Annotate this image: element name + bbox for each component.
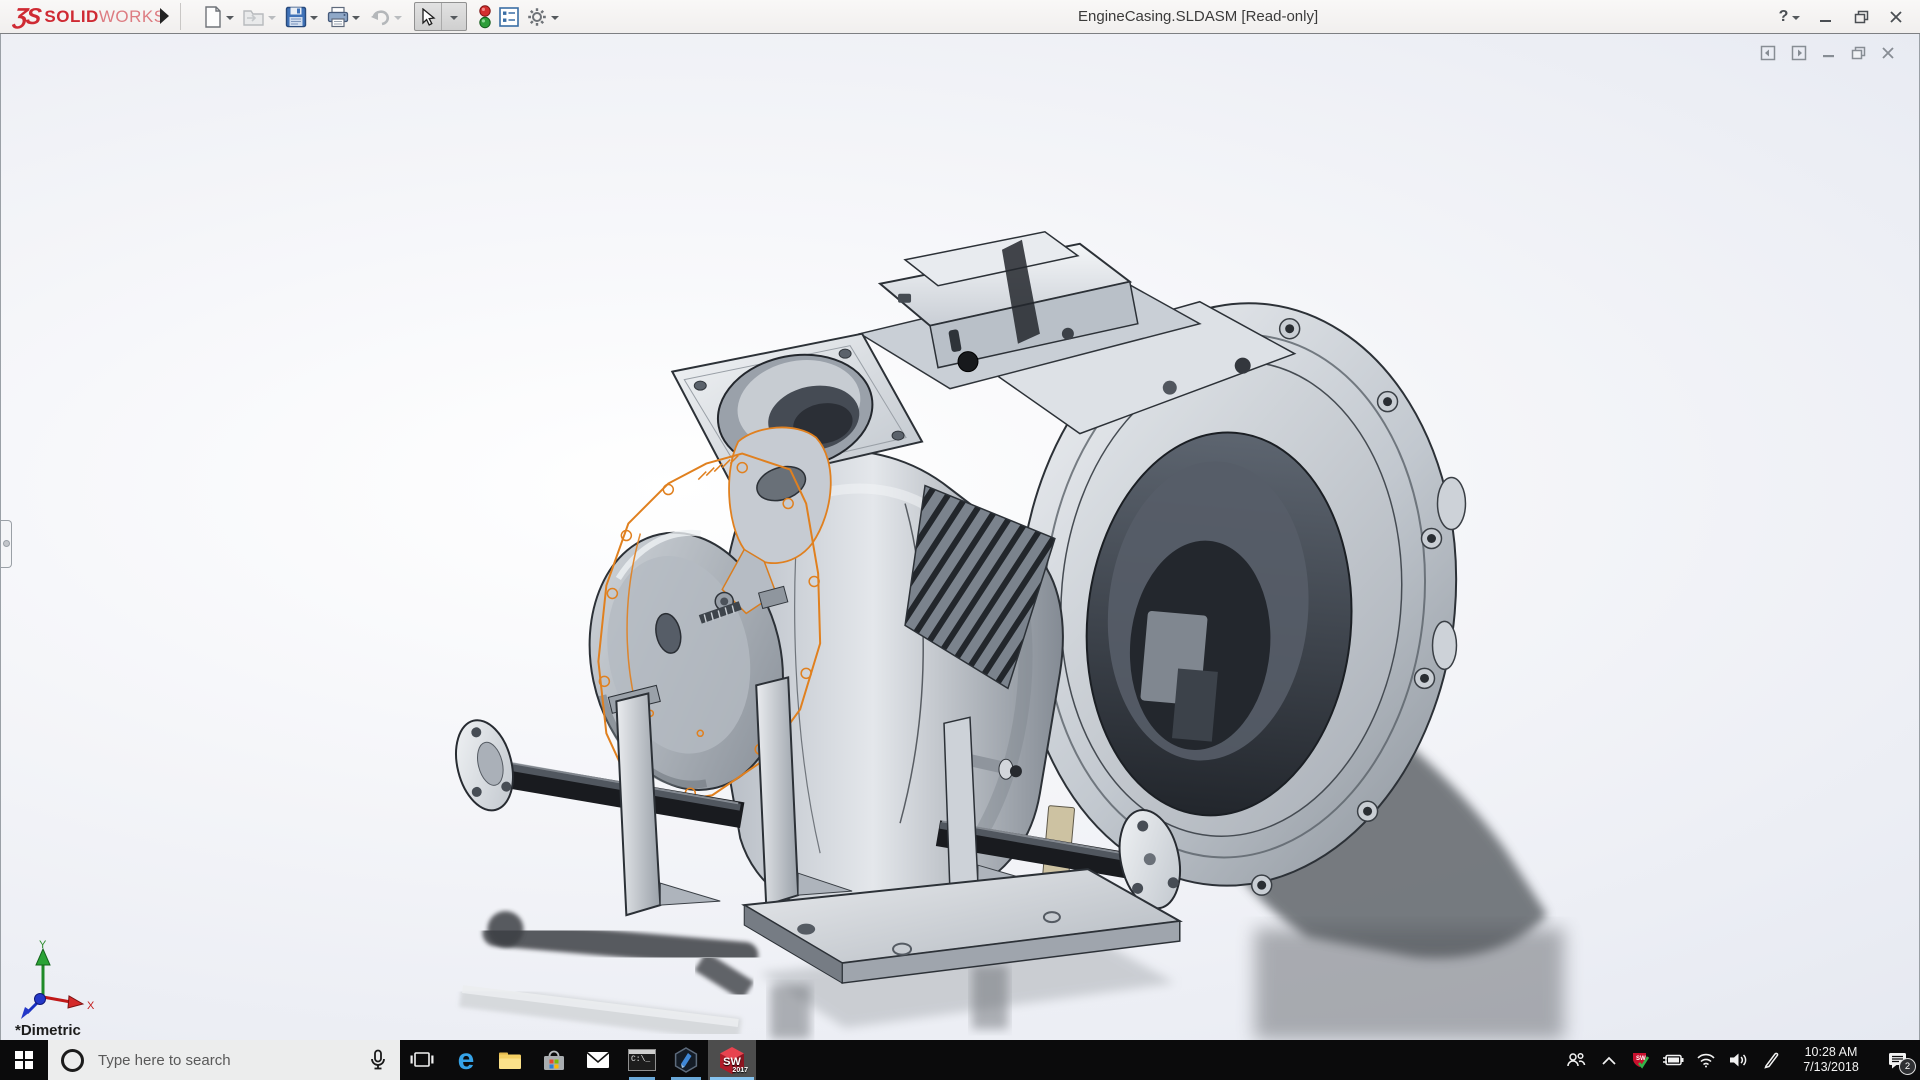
taskbar-app-edrawings[interactable]: [664, 1040, 708, 1080]
solidworks-2017-icon: SW 2017: [717, 1045, 748, 1075]
command-prompt-icon: C:\_: [628, 1049, 656, 1071]
edrawings-icon: [674, 1047, 698, 1073]
open-caret[interactable]: [268, 15, 276, 20]
mail-icon: [586, 1051, 610, 1068]
undo-caret[interactable]: [394, 15, 402, 20]
undo-icon: [371, 9, 390, 25]
select-cursor-icon[interactable]: [415, 3, 441, 30]
print-caret[interactable]: [352, 15, 360, 20]
windows-ink-pen-icon[interactable]: [1754, 1040, 1788, 1080]
graphics-area[interactable]: Y X *Dimetric: [0, 34, 1920, 1040]
taskbar-app-solidworks[interactable]: SW 2017: [708, 1040, 756, 1080]
triad-y-label: Y: [39, 939, 47, 951]
store-icon: [544, 1050, 564, 1070]
tray-clock[interactable]: 10:28 AM 7/13/2018: [1788, 1040, 1874, 1080]
close-button[interactable]: [1882, 4, 1910, 30]
start-button[interactable]: [0, 1040, 48, 1080]
save-button[interactable]: [282, 3, 324, 31]
solidworks-logo-mark-icon: ƷS: [12, 3, 42, 29]
windows-logo-icon: [15, 1051, 33, 1069]
new-document-caret[interactable]: [226, 15, 234, 20]
new-document-button[interactable]: [200, 3, 240, 31]
logo-text-bold: SOLID: [44, 6, 99, 26]
rebuild-button[interactable]: [475, 3, 495, 31]
tray-overflow-chevron-icon[interactable]: [1594, 1040, 1624, 1080]
title-bar: ƷS SOLID WORKS EngineCasing.SLDASM [Read…: [0, 0, 1920, 34]
system-tray: SW 10:28 AM 7/13/2018 2: [1558, 1040, 1920, 1080]
tray-time: 10:28 AM: [1804, 1045, 1858, 1059]
taskbar-search[interactable]: [48, 1040, 400, 1080]
window-controls: ?: [1777, 0, 1910, 33]
taskbar-app-store[interactable]: [532, 1040, 576, 1080]
help-button[interactable]: ?: [1777, 4, 1805, 30]
print-icon: [327, 6, 349, 27]
save-caret[interactable]: [310, 15, 318, 20]
battery-icon[interactable]: [1656, 1040, 1690, 1080]
cortana-icon: [61, 1048, 84, 1072]
document-title: EngineCasing.SLDASM [Read-only]: [1078, 8, 1319, 25]
solidworks-logo: ƷS SOLID WORKS: [12, 3, 166, 29]
microphone-icon[interactable]: [368, 1049, 388, 1071]
toolbar-separator: [180, 3, 181, 30]
taskbar-app-mail[interactable]: [576, 1040, 620, 1080]
taskbar-app-file-explorer[interactable]: [488, 1040, 532, 1080]
new-document-icon: [205, 5, 221, 28]
open-folder-icon: [243, 9, 264, 26]
action-center-button[interactable]: 2: [1874, 1040, 1920, 1080]
save-floppy-icon: [285, 6, 307, 27]
previous-pane-icon[interactable]: [1760, 45, 1776, 61]
task-view-icon: [410, 1052, 434, 1067]
file-properties-button[interactable]: [495, 3, 523, 31]
solidworks-window: ƷS SOLID WORKS EngineCasing.SLDASM [Read…: [0, 0, 1920, 1080]
document-window-controls: [1760, 45, 1895, 61]
options-button[interactable]: [523, 3, 565, 31]
taskbar-app-command-prompt[interactable]: C:\_: [620, 1040, 664, 1080]
restore-button[interactable]: [1847, 4, 1875, 30]
tray-date: 7/13/2018: [1803, 1060, 1859, 1074]
logo-text-light: WORKS: [98, 6, 166, 26]
options-gear-icon: [528, 7, 546, 26]
search-input[interactable]: [96, 1050, 368, 1070]
open-button[interactable]: [240, 3, 282, 31]
minimize-button[interactable]: [1812, 4, 1840, 30]
notification-badge: 2: [1899, 1058, 1916, 1075]
windows-taskbar: e: [0, 1040, 1920, 1080]
rebuild-traffic-light-icon: [479, 4, 491, 28]
engine-casing-model[interactable]: [1, 34, 1919, 1040]
people-icon[interactable]: [1558, 1040, 1594, 1080]
feature-manager-collapsed-tab[interactable]: [1, 520, 12, 568]
document-restore-button[interactable]: [1851, 46, 1866, 60]
file-properties-icon: [499, 6, 519, 27]
solidworks-resource-monitor-icon[interactable]: SW: [1624, 1040, 1656, 1080]
taskbar-app-edge[interactable]: e: [444, 1040, 488, 1080]
view-orientation-label: *Dimetric: [15, 1022, 81, 1039]
print-button[interactable]: [324, 3, 366, 31]
undo-button[interactable]: [366, 3, 408, 31]
task-view-button[interactable]: [400, 1040, 444, 1080]
edge-icon: e: [457, 1043, 475, 1076]
wifi-icon[interactable]: [1690, 1040, 1722, 1080]
orientation-triad: Y X: [21, 939, 95, 1019]
document-minimize-button[interactable]: [1822, 46, 1836, 60]
triad-x-label: X: [87, 1000, 95, 1012]
next-pane-icon[interactable]: [1791, 45, 1807, 61]
volume-icon[interactable]: [1722, 1040, 1754, 1080]
file-explorer-icon: [499, 1052, 521, 1069]
document-close-button[interactable]: [1881, 46, 1895, 60]
select-tool-caret[interactable]: [441, 3, 466, 30]
menu-expand-arrow[interactable]: [160, 8, 169, 24]
select-tool-button[interactable]: [414, 2, 467, 31]
options-caret[interactable]: [551, 15, 559, 20]
quick-access-toolbar: [200, 0, 565, 33]
pane-tab-dot: [3, 540, 10, 547]
